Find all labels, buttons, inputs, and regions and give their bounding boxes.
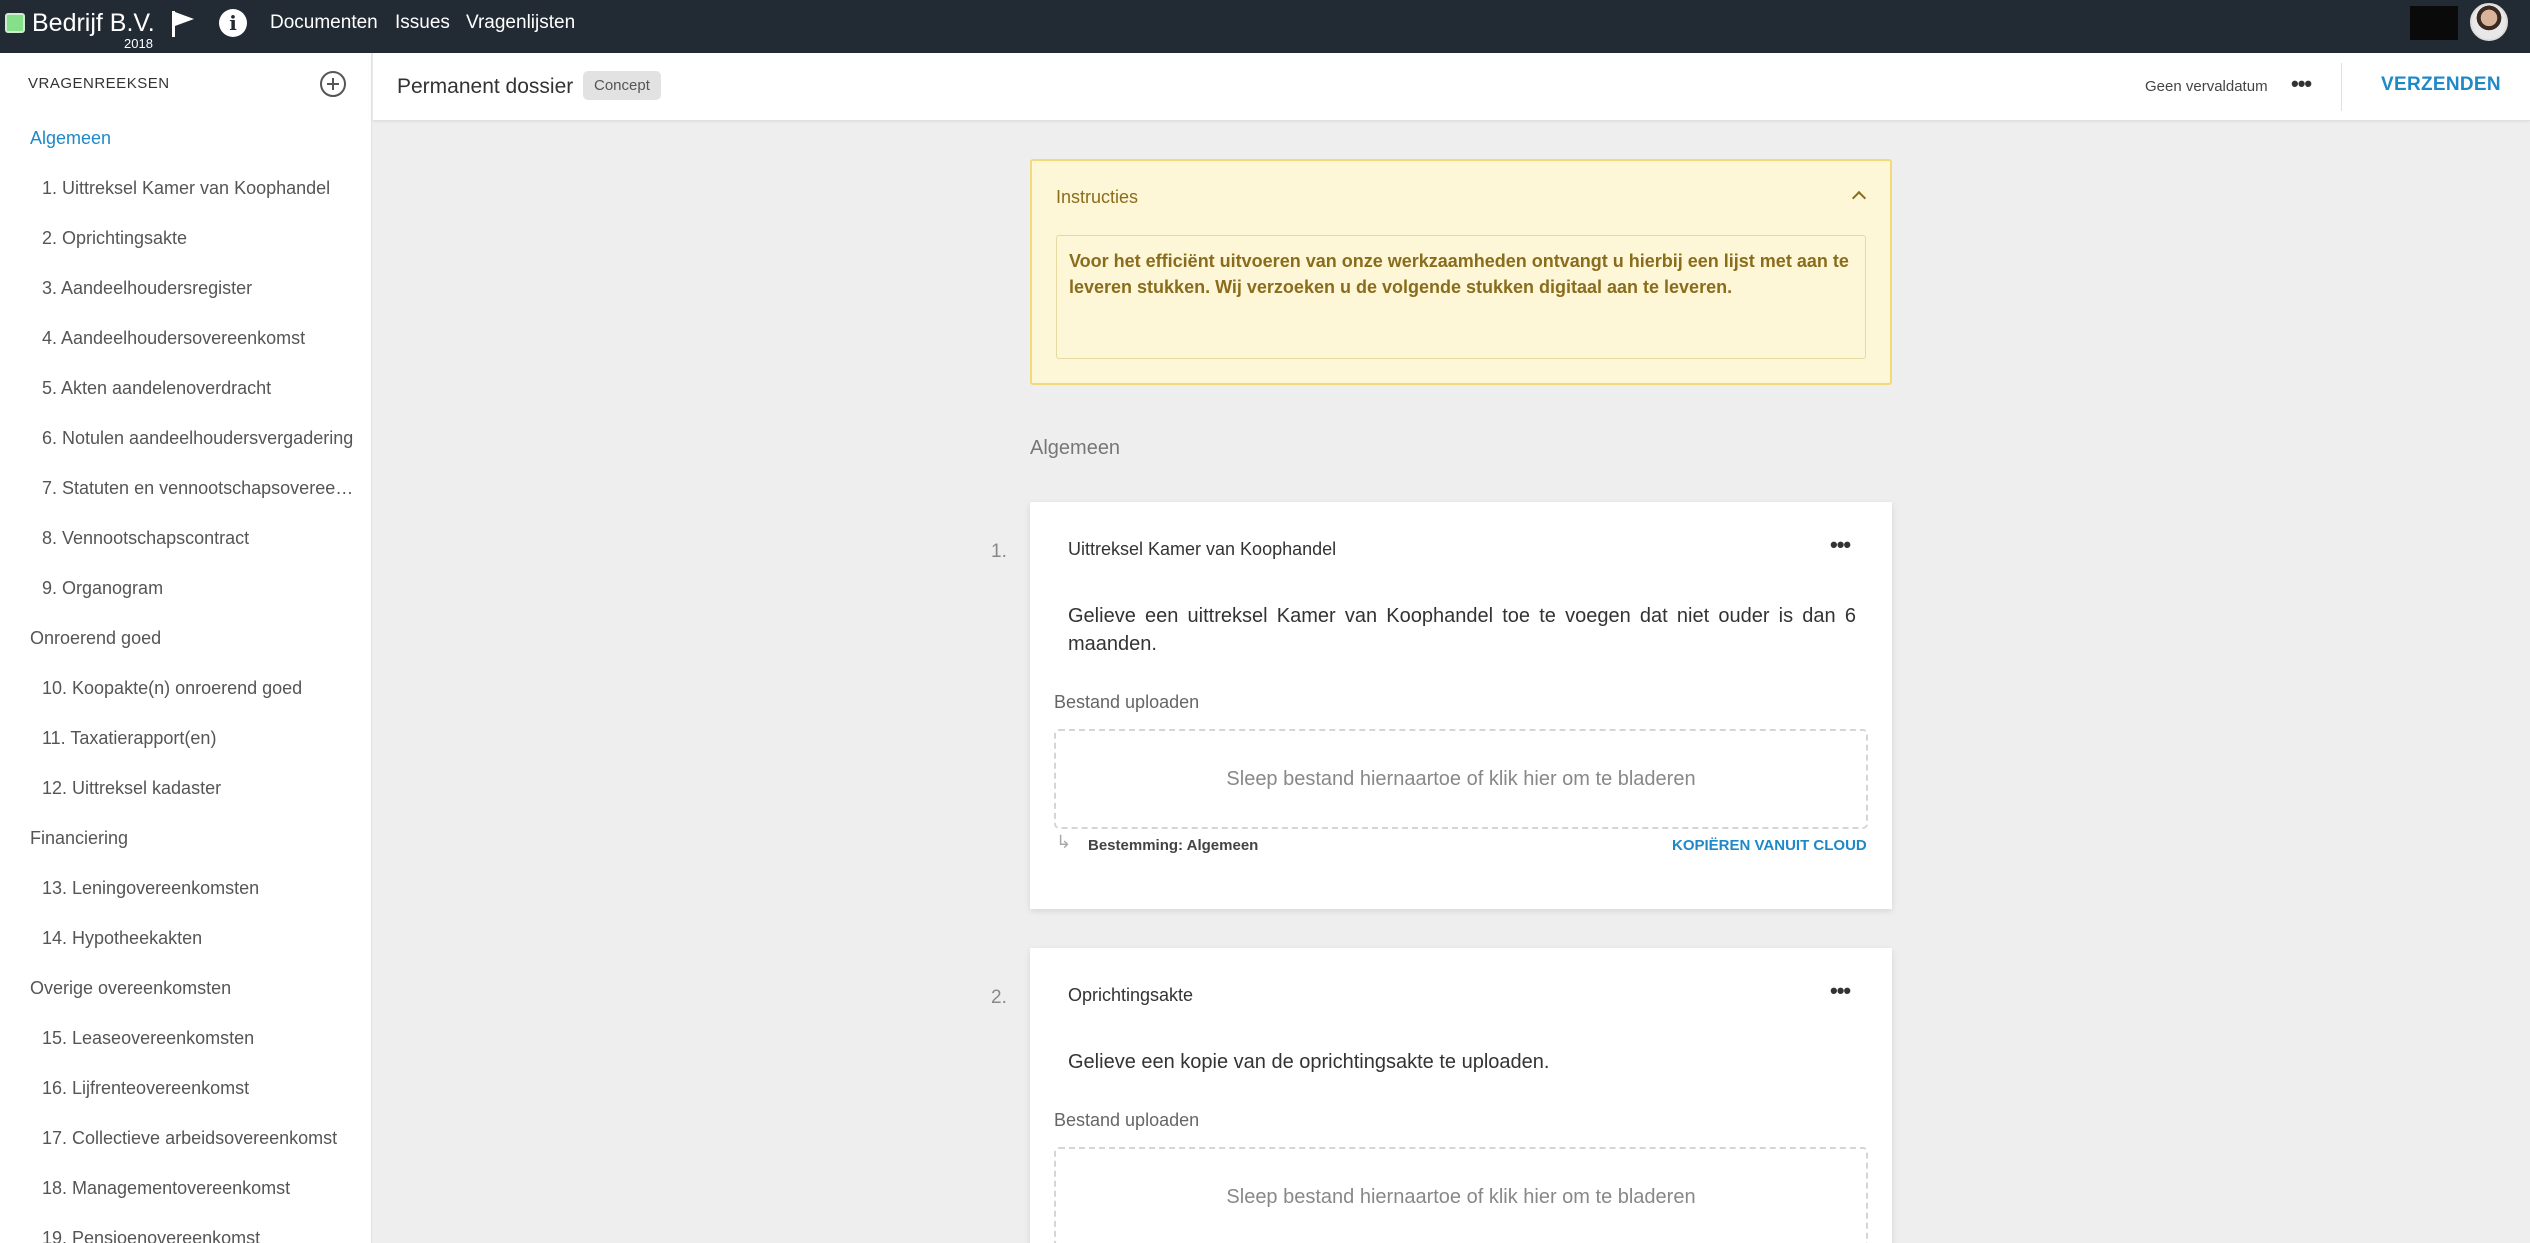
sidebar-item[interactable]: 2. Oprichtingsakte [42,228,360,249]
sidebar-item[interactable]: 11. Taxatierapport(en) [42,728,360,749]
sidebar-item[interactable]: 15. Leaseovereenkomsten [42,1028,360,1049]
instructions-panel: Instructies Voor het efficiënt uitvoeren… [1030,159,1892,385]
question-card: Oprichtingsakte ••• Gelieve een kopie va… [1030,948,1892,1243]
sidebar-item[interactable]: 19. Pensioenovereenkomst [42,1228,360,1243]
page-title: Permanent dossier [397,75,574,98]
question-number: 2. [991,987,1007,1008]
sidebar-section-financiering[interactable]: Financiering [30,828,128,849]
company-logo[interactable] [5,13,25,33]
sidebar-item[interactable]: 18. Managementovereenkomst [42,1178,360,1199]
sidebar-item[interactable]: 4. Aandeelhoudersovereenkomst [42,328,360,349]
section-heading: Algemeen [1030,437,1121,459]
file-dropzone[interactable]: Sleep bestand hiernaartoe of klik hier o… [1054,729,1868,829]
nav-documenten[interactable]: Documenten [270,12,378,34]
question-card: Uittreksel Kamer van Koophandel ••• Geli… [1030,502,1892,909]
question-more-icon[interactable]: ••• [1830,532,1851,558]
sidebar-item[interactable]: 6. Notulen aandeelhoudersvergadering [42,428,360,449]
question-number: 1. [991,541,1007,562]
sidebar-item[interactable]: 5. Akten aandelenoverdracht [42,378,360,399]
sidebar-section-algemeen[interactable]: Algemeen [30,128,111,149]
send-button[interactable]: VERZENDEN [2381,74,2501,96]
status-badge: Concept [583,71,661,100]
arrow-return-icon: ↳ [1056,832,1072,852]
sidebar-header: VRAGENREEKSEN [28,75,170,92]
sidebar-item[interactable]: 7. Statuten en vennootschapsovereenkomst [42,478,360,499]
sidebar-item[interactable]: 3. Aandeelhoudersregister [42,278,360,299]
company-name[interactable]: Bedrijf B.V. [32,9,155,38]
flag-icon[interactable] [170,10,196,38]
question-more-icon[interactable]: ••• [1830,978,1851,1004]
instructions-title[interactable]: Instructies [1056,187,1138,208]
sidebar-item[interactable]: 14. Hypotheekakten [42,928,360,949]
file-dropzone[interactable]: Sleep bestand hiernaartoe of klik hier o… [1054,1147,1868,1243]
question-title: Uittreksel Kamer van Koophandel [1068,539,1337,559]
sidebar-item[interactable]: 12. Uittreksel kadaster [42,778,360,799]
nav-issues[interactable]: Issues [395,12,450,34]
question-title: Oprichtingsakte [1068,985,1194,1005]
copy-from-cloud-link[interactable]: KOPIËREN VANUIT CLOUD [1672,837,1867,854]
destination-text: Bestemming: Algemeen [1088,837,1259,854]
user-name-box[interactable] [2410,6,2458,40]
info-icon[interactable]: i [219,9,247,37]
sidebar-section-onroerend-goed[interactable]: Onroerend goed [30,628,161,649]
sidebar-item[interactable]: 1. Uittreksel Kamer van Koophandel [42,178,360,199]
avatar[interactable] [2470,3,2508,41]
sidebar-item[interactable]: 13. Leningovereenkomsten [42,878,360,899]
topbar: Bedrijf B.V. 2018 i Documenten Issues Vr… [0,0,2530,53]
sidebar: VRAGENREEKSEN Algemeen 1. Uittreksel Kam… [0,53,372,1243]
sidebar-item[interactable]: 8. Vennootschapscontract [42,528,360,549]
add-circle-icon[interactable] [320,71,346,97]
sidebar-item[interactable]: 10. Koopakte(n) onroerend goed [42,678,360,699]
instructions-body: Voor het efficiënt uitvoeren van onze we… [1056,235,1866,359]
page-header: Permanent dossier Concept Geen vervaldat… [373,53,2530,121]
upload-label: Bestand uploaden [1054,1110,1200,1130]
header-divider [2341,63,2342,111]
sidebar-section-overige-overeenkomsten[interactable]: Overige overeenkomsten [30,978,231,999]
more-options-icon[interactable]: ••• [2291,71,2312,97]
sidebar-item[interactable]: 9. Organogram [42,578,360,599]
company-year: 2018 [124,36,153,51]
sidebar-item[interactable]: 17. Collectieve arbeidsovereenkomst [42,1128,360,1149]
upload-label: Bestand uploaden [1054,692,1200,712]
due-date[interactable]: Geen vervaldatum [2145,78,2268,95]
chevron-up-icon[interactable] [1851,190,1867,206]
sidebar-item[interactable]: 16. Lijfrenteovereenkomst [42,1078,360,1099]
question-text: Gelieve een uittreksel Kamer van Koophan… [1068,605,1856,655]
nav-vragenlijsten[interactable]: Vragenlijsten [466,12,575,34]
question-text: Gelieve een kopie van de oprichtingsakte… [1068,1051,1550,1073]
